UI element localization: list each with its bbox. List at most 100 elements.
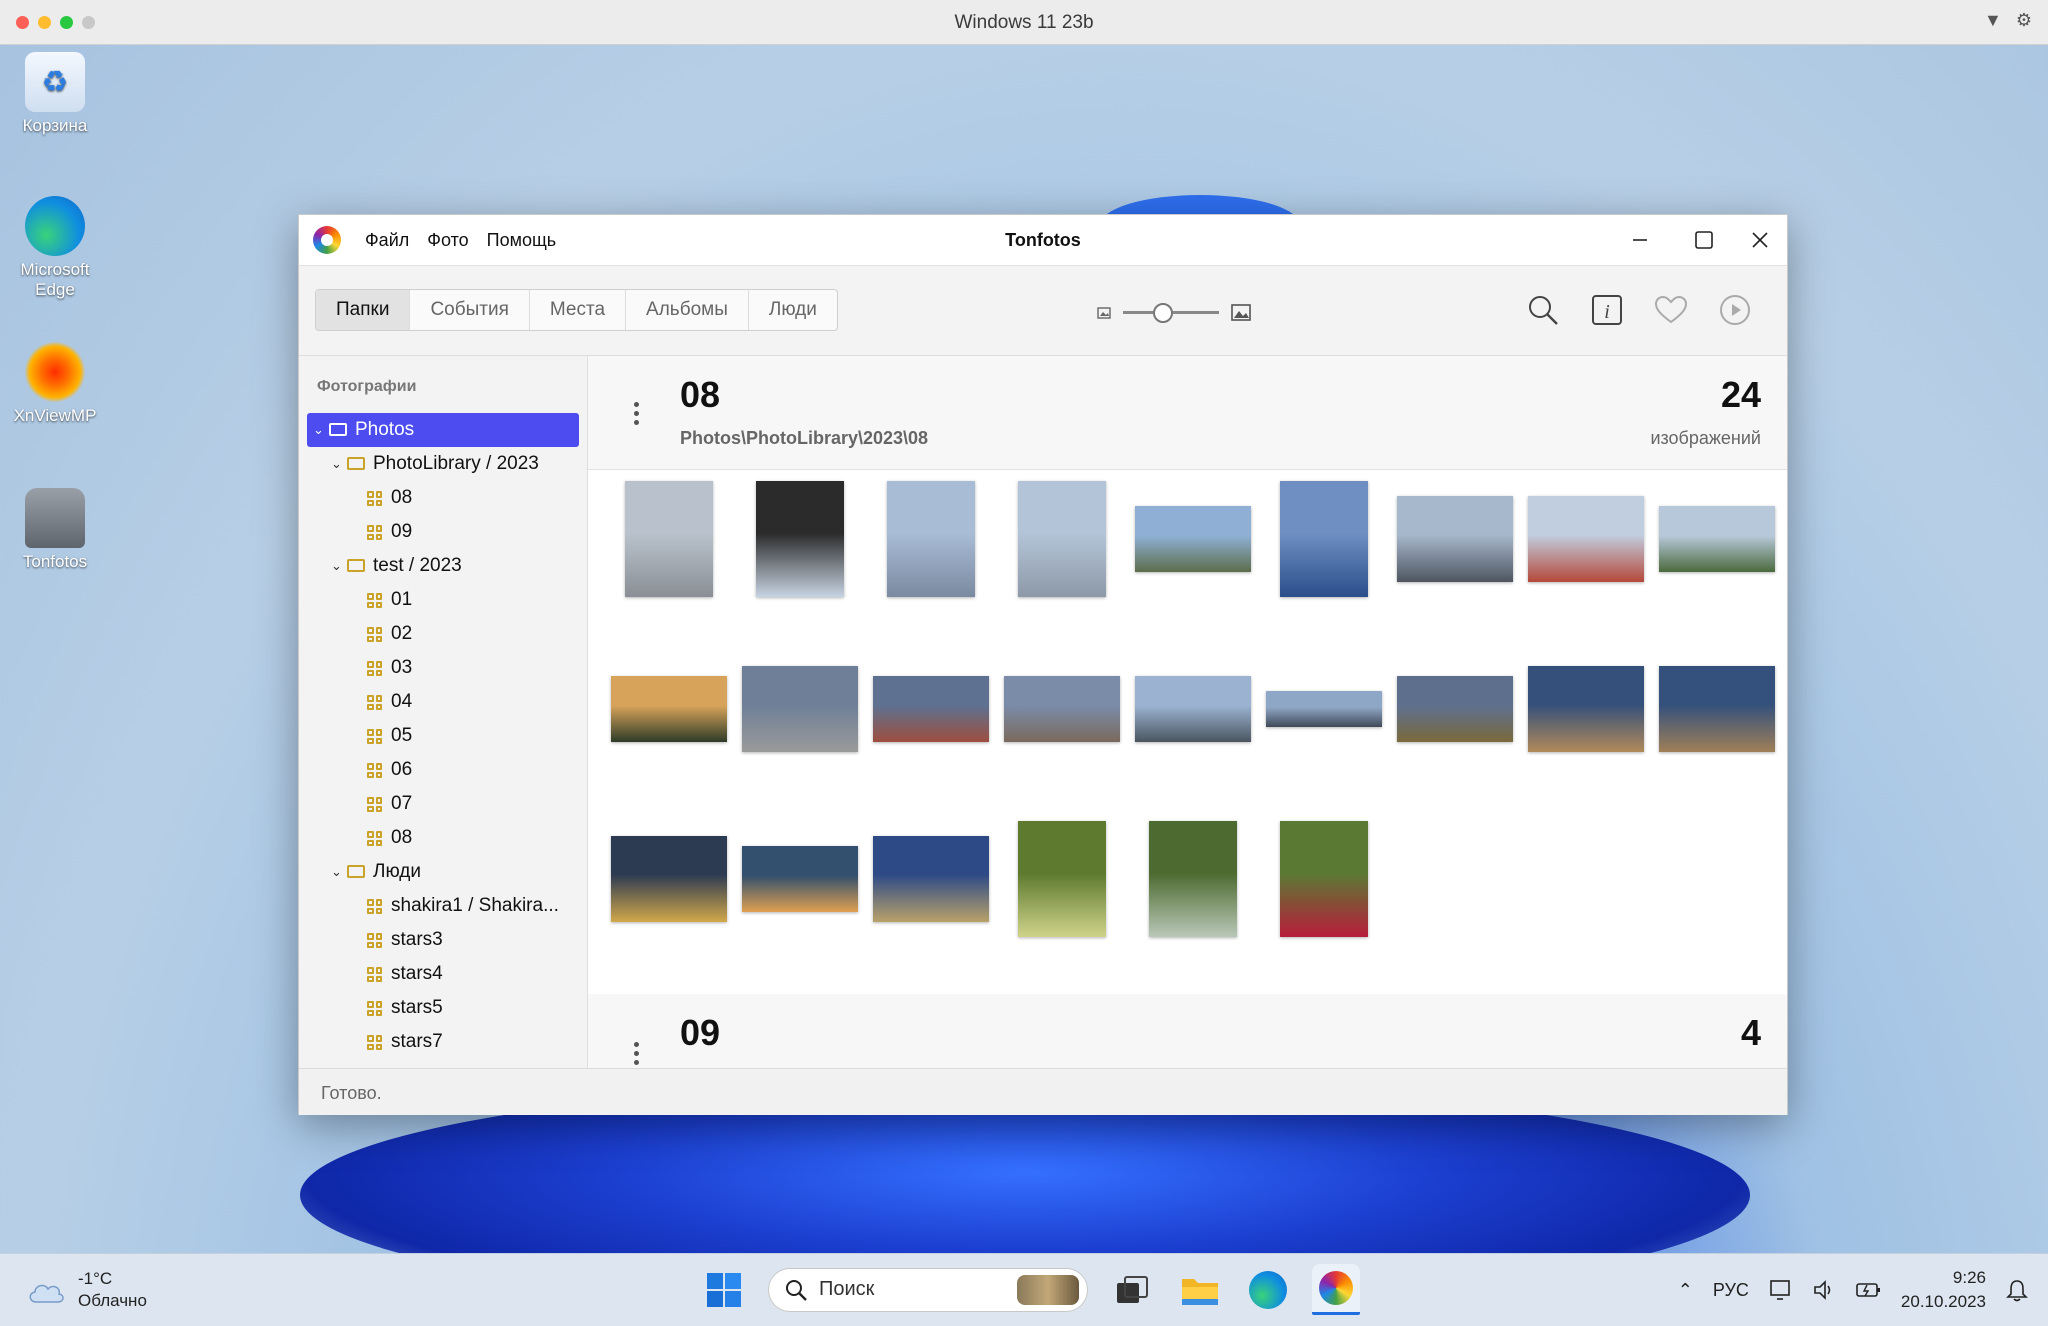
thumbnail-cell[interactable]	[865, 480, 996, 598]
slider-knob[interactable]	[1153, 303, 1173, 323]
notification-bell-icon[interactable]	[2006, 1278, 2028, 1302]
photo-thumbnail[interactable]	[872, 676, 989, 742]
thumbnail-cell[interactable]	[865, 820, 996, 938]
tab-albums[interactable]: Альбомы	[626, 290, 749, 330]
desktop-icon-recycle-bin[interactable]: ♻ Корзина	[5, 52, 105, 136]
sidebar-item[interactable]: 06	[307, 753, 579, 787]
desktop-icon-xnviewmp[interactable]: XnViewMP	[5, 342, 105, 426]
search-button[interactable]	[1525, 292, 1561, 328]
minimize-button[interactable]	[1617, 223, 1663, 257]
sidebar-item[interactable]: ⌄ Люди	[307, 855, 579, 889]
photo-thumbnail[interactable]	[1527, 496, 1644, 582]
sidebar-item[interactable]: 07	[307, 787, 579, 821]
info-button[interactable]: i	[1589, 292, 1625, 328]
sidebar-item[interactable]: 08	[307, 821, 579, 855]
thumbnail-cell[interactable]	[1389, 480, 1520, 598]
thumbnail-size-slider[interactable]	[1097, 303, 1251, 323]
thumbnail-cell[interactable]	[603, 650, 734, 768]
photo-thumbnail[interactable]	[1279, 481, 1368, 597]
photo-thumbnail[interactable]	[1527, 666, 1644, 752]
thumbnail-cell[interactable]	[603, 820, 734, 938]
tonfotos-taskbar-button[interactable]	[1312, 1264, 1360, 1315]
sidebar-item[interactable]: ⌄ PhotoLibrary / 2023	[307, 447, 579, 481]
photo-thumbnail[interactable]	[1265, 691, 1382, 727]
start-button[interactable]	[700, 1266, 748, 1314]
edge-taskbar-button[interactable]	[1244, 1266, 1292, 1314]
thumbnail-cell[interactable]	[996, 650, 1127, 768]
photo-thumbnail[interactable]	[1148, 821, 1237, 937]
sidebar-item[interactable]: stars4	[307, 957, 579, 991]
photo-thumbnail[interactable]	[1017, 821, 1106, 937]
sidebar-item[interactable]: stars5	[307, 991, 579, 1025]
dropdown-arrow-icon[interactable]: ▼	[1984, 10, 2002, 31]
thumbnail-cell[interactable]	[1258, 820, 1389, 938]
tray-overflow-icon[interactable]: ⌃	[1678, 1280, 1693, 1301]
thumbnail-cell[interactable]	[996, 480, 1127, 598]
chevron-down-icon[interactable]: ⌄	[313, 413, 324, 447]
slider-track[interactable]	[1123, 303, 1219, 323]
sidebar-item[interactable]: 03	[307, 651, 579, 685]
photo-thumbnail[interactable]	[1134, 676, 1251, 742]
maximize-button[interactable]	[1681, 223, 1727, 257]
task-view-button[interactable]	[1108, 1266, 1156, 1314]
network-icon[interactable]	[1769, 1279, 1793, 1301]
sidebar-item[interactable]: 08	[307, 481, 579, 515]
more-options-icon[interactable]	[634, 1042, 640, 1065]
thumbnail-cell[interactable]	[1127, 480, 1258, 598]
photo-thumbnail[interactable]	[886, 481, 975, 597]
thumbnail-cell[interactable]	[865, 650, 996, 768]
sidebar-item[interactable]: 05	[307, 719, 579, 753]
gear-icon[interactable]: ⚙	[2016, 10, 2032, 31]
thumbnail-cell[interactable]	[1389, 650, 1520, 768]
chevron-down-icon[interactable]: ⌄	[331, 549, 342, 583]
tab-places[interactable]: Места	[530, 290, 627, 330]
sidebar-item[interactable]: 04	[307, 685, 579, 719]
clock[interactable]: 9:26 20.10.2023	[1901, 1266, 1986, 1314]
menu-help[interactable]: Помощь	[487, 230, 557, 251]
thumbnail-cell[interactable]	[996, 820, 1127, 938]
volume-icon[interactable]	[1813, 1279, 1835, 1301]
photo-thumbnail[interactable]	[624, 481, 713, 597]
thumbnail-cell[interactable]	[1520, 650, 1651, 768]
photo-thumbnail[interactable]	[610, 836, 727, 922]
desktop-icon-tonfotos[interactable]: Tonfotos	[5, 488, 105, 572]
photo-thumbnail[interactable]	[1396, 496, 1513, 582]
sidebar-item[interactable]: 09	[307, 515, 579, 549]
sidebar-item[interactable]: 01	[307, 583, 579, 617]
thumbnail-cell[interactable]	[734, 820, 865, 938]
sidebar-item[interactable]: shakira1 / Shakira...	[307, 889, 579, 923]
photo-thumbnail[interactable]	[1658, 506, 1775, 572]
photo-thumbnail[interactable]	[1658, 666, 1775, 752]
photo-thumbnail[interactable]	[1279, 821, 1368, 937]
menu-photo[interactable]: Фото	[427, 230, 468, 251]
thumbnail-cell[interactable]	[1127, 650, 1258, 768]
thumbnail-cell[interactable]	[603, 480, 734, 598]
photo-thumbnail[interactable]	[741, 846, 858, 912]
thumbnail-cell[interactable]	[1127, 820, 1258, 938]
tab-events[interactable]: События	[410, 290, 530, 330]
photo-thumbnail[interactable]	[741, 666, 858, 752]
chevron-down-icon[interactable]: ⌄	[331, 855, 342, 889]
photo-thumbnail[interactable]	[872, 836, 989, 922]
favorite-button[interactable]	[1653, 292, 1689, 328]
sidebar-item[interactable]: ⌄ test / 2023	[307, 549, 579, 583]
thumbnail-cell[interactable]	[1651, 650, 1782, 768]
desktop-icon-edge[interactable]: Microsoft Edge	[5, 196, 105, 300]
sidebar-item[interactable]: ⌄ Photos	[307, 413, 579, 447]
close-button[interactable]	[1737, 223, 1783, 257]
thumbnail-cell[interactable]	[1651, 480, 1782, 598]
sidebar-item[interactable]: 02	[307, 617, 579, 651]
file-explorer-button[interactable]	[1176, 1266, 1224, 1314]
thumbnail-cell[interactable]	[1258, 480, 1389, 598]
chevron-down-icon[interactable]: ⌄	[331, 447, 342, 481]
taskbar-search[interactable]: Поиск	[768, 1267, 1088, 1312]
thumbnail-cell[interactable]	[1258, 650, 1389, 768]
photo-thumbnail[interactable]	[1396, 676, 1513, 742]
thumbnail-cell[interactable]	[734, 650, 865, 768]
thumbnail-cell[interactable]	[734, 480, 865, 598]
sidebar-item[interactable]: stars7	[307, 1025, 579, 1059]
photo-thumbnail[interactable]	[1017, 481, 1106, 597]
thumbnail-cell[interactable]	[1520, 480, 1651, 598]
sidebar-item[interactable]: stars3	[307, 923, 579, 957]
tab-people[interactable]: Люди	[749, 290, 837, 330]
